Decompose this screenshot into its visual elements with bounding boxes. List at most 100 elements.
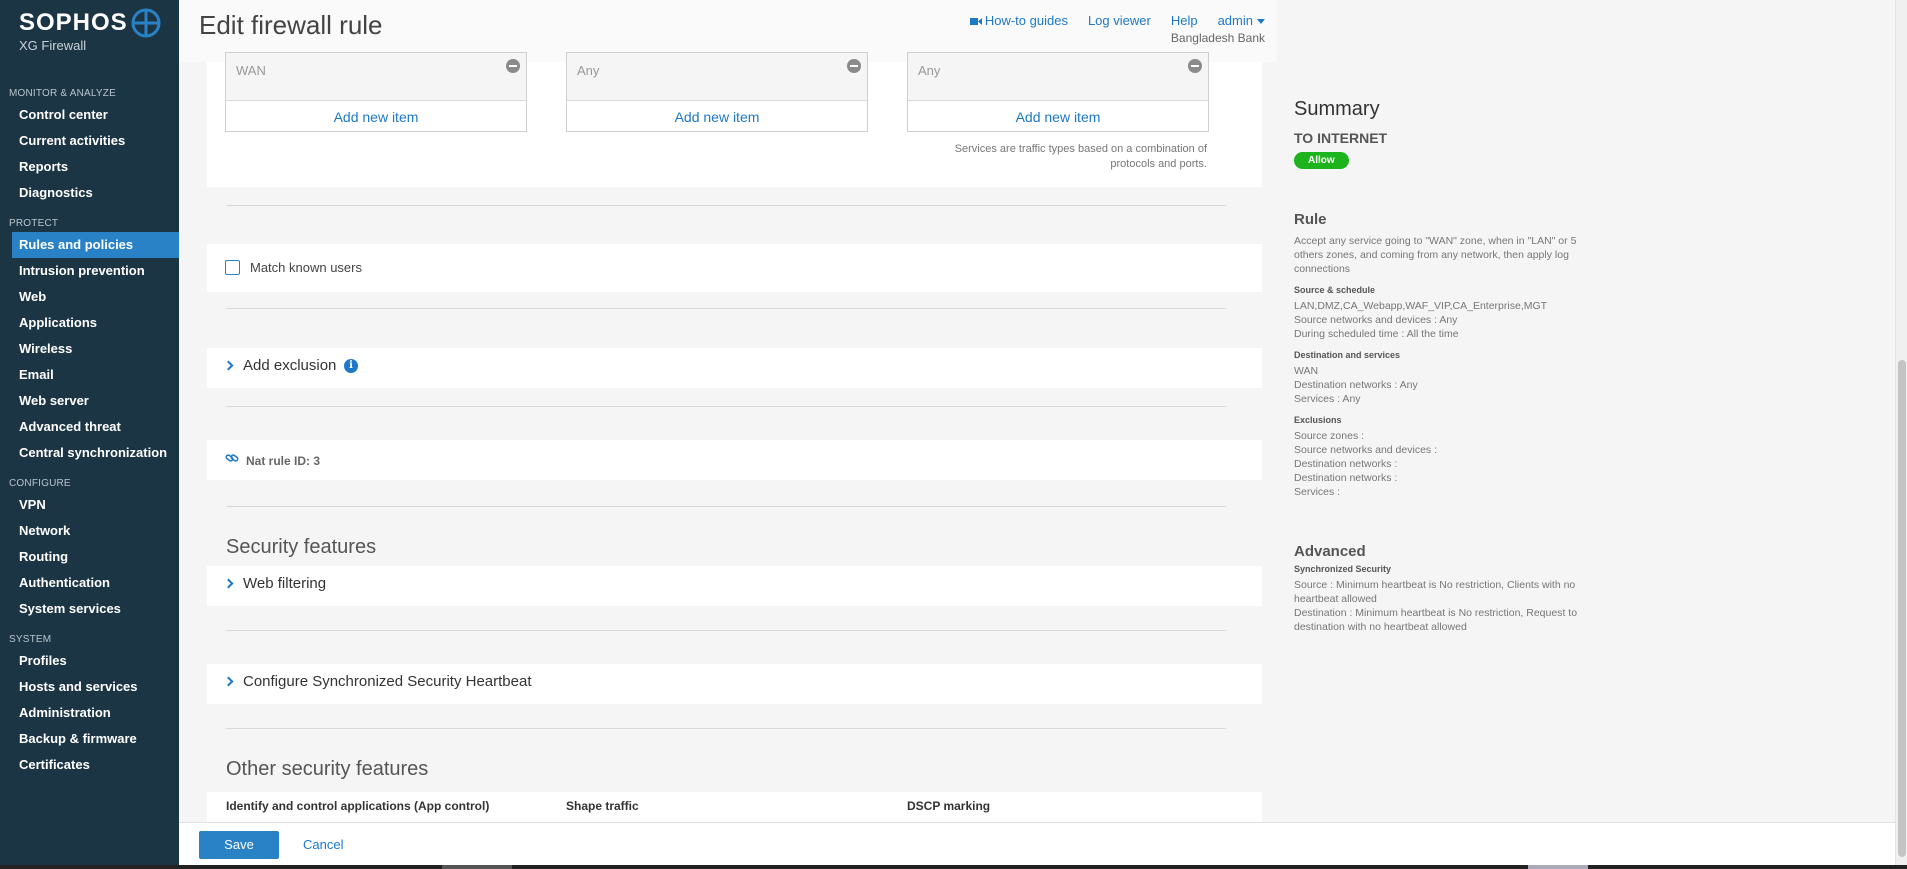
admin-label: admin — [1217, 13, 1253, 28]
destination-zones-box: WAN Add new item — [225, 52, 527, 132]
add-exclusion-toggle[interactable]: Add exclusion — [243, 357, 336, 374]
vertical-scrollbar[interactable] — [1895, 0, 1907, 865]
exclusions-heading: Exclusions — [1294, 415, 1342, 425]
organization-name: Bangladesh Bank — [1170, 31, 1265, 45]
sidebar-item-vpn[interactable]: VPN — [0, 492, 179, 518]
destination-zone-value: WAN — [236, 63, 266, 78]
section-divider — [226, 308, 1226, 309]
sidebar-item-wireless[interactable]: Wireless — [0, 336, 179, 362]
sidebar-item-administration[interactable]: Administration — [0, 700, 179, 726]
caret-down-icon — [1257, 19, 1265, 25]
brand-name: SOPHOS — [19, 9, 128, 36]
summary-panel: Summary TO INTERNET Allow Rule Accept an… — [1294, 98, 1584, 634]
remove-icon[interactable] — [506, 59, 520, 73]
heartbeat-card: Configure Synchronized Security Heartbea… — [207, 664, 1262, 704]
sophos-logo[interactable]: SOPHOS XG Firewall — [19, 9, 128, 53]
source-schedule: During scheduled time : All the time — [1294, 328, 1459, 340]
chevron-right-icon[interactable] — [223, 676, 234, 687]
shape-traffic-label: Shape traffic — [566, 799, 639, 813]
sidebar-item-control-center[interactable]: Control center — [0, 102, 179, 128]
howto-guides-label: How-to guides — [984, 13, 1068, 28]
rule-description: connections — [1294, 263, 1351, 275]
help-link[interactable]: Help — [1171, 13, 1198, 28]
sidebar-item-email[interactable]: Email — [0, 362, 179, 388]
exclusion-line: Source networks and devices : — [1294, 444, 1437, 456]
sidebar-section-title: CONFIGURE — [9, 478, 71, 489]
sidebar-item-web-server[interactable]: Web server — [0, 388, 179, 414]
match-known-users-label: Match known users — [250, 260, 362, 275]
action-badge: Allow — [1294, 152, 1349, 169]
taskbar-strip — [0, 865, 1907, 869]
howto-guides-link[interactable]: How-to guides — [969, 13, 1068, 28]
nat-rule-id[interactable]: Nat rule ID: 3 — [246, 454, 320, 468]
app-control-label: Identify and control applications (App c… — [226, 799, 490, 813]
add-new-item-link[interactable]: Add new item — [226, 109, 526, 125]
section-divider — [226, 506, 1226, 507]
destination-zone: WAN — [1294, 365, 1319, 377]
services-note: Services are traffic types based on a co… — [955, 142, 1207, 172]
add-new-item-link[interactable]: Add new item — [567, 109, 867, 125]
add-new-item-link[interactable]: Add new item — [908, 109, 1208, 125]
admin-menu[interactable]: admin — [1218, 13, 1265, 28]
source-networks: Source networks and devices : Any — [1294, 314, 1458, 326]
scrollbar-thumb[interactable] — [1898, 360, 1906, 857]
sophos-shield-icon — [131, 8, 161, 38]
remove-icon[interactable] — [1188, 59, 1202, 73]
destination-networks-box: Any Add new item — [566, 52, 868, 132]
exclusion-line: Destination networks : — [1294, 458, 1398, 470]
sidebar-section-title: MONITOR & ANALYZE — [9, 88, 116, 99]
sidebar-item-rules-and-policies[interactable]: Rules and policies — [12, 232, 179, 258]
main-content: WAN Add new item Any Add new item Any Ad… — [179, 52, 1277, 822]
sidebar-item-diagnostics[interactable]: Diagnostics — [0, 180, 179, 206]
advanced-heading: Advanced — [1294, 543, 1366, 560]
sidebar-item-hosts-and-services[interactable]: Hosts and services — [0, 674, 179, 700]
section-divider — [226, 728, 1226, 729]
sidebar-item-routing[interactable]: Routing — [0, 544, 179, 570]
heartbeat-toggle[interactable]: Configure Synchronized Security Heartbea… — [243, 673, 532, 690]
destination-zone-item: WAN — [226, 53, 526, 101]
sync-line: destination with no heartbeat allowed — [1294, 621, 1467, 633]
web-filtering-toggle[interactable]: Web filtering — [243, 575, 326, 592]
save-button[interactable]: Save — [199, 831, 279, 859]
cancel-link[interactable]: Cancel — [303, 837, 343, 852]
web-filtering-card: Web filtering — [207, 566, 1262, 606]
sync-line: Source : Minimum heartbeat is No restric… — [1294, 579, 1576, 591]
sidebar-item-certificates[interactable]: Certificates — [0, 752, 179, 778]
rule-heading: Rule — [1294, 211, 1327, 228]
match-known-users-checkbox[interactable] — [225, 260, 240, 275]
sidebar-item-network[interactable]: Network — [0, 518, 179, 544]
form-footer: Save Cancel — [179, 822, 1895, 865]
summary-title: Summary — [1294, 98, 1380, 120]
sidebar-item-central-synchronization[interactable]: Central synchronization — [0, 440, 179, 466]
log-viewer-link[interactable]: Log viewer — [1088, 13, 1151, 28]
sidebar-item-authentication[interactable]: Authentication — [0, 570, 179, 596]
rule-description: Accept any service going to "WAN" zone, … — [1294, 235, 1577, 247]
destination-services-heading: Destination and services — [1294, 350, 1401, 360]
sidebar-section-title: PROTECT — [9, 218, 59, 229]
rule-name: TO INTERNET — [1294, 130, 1388, 146]
other-security-title: Other security features — [226, 758, 429, 780]
other-security-card: Identify and control applications (App c… — [207, 792, 1262, 822]
sidebar-item-system-services[interactable]: System services — [0, 596, 179, 622]
info-icon[interactable]: i — [344, 359, 358, 373]
sidebar-item-current-activities[interactable]: Current activities — [0, 128, 179, 154]
sidebar-item-profiles[interactable]: Profiles — [0, 648, 179, 674]
rule-description: others zones, and coming from any networ… — [1294, 249, 1569, 261]
chevron-right-icon[interactable] — [223, 578, 234, 589]
sidebar-item-backup-firmware[interactable]: Backup & firmware — [0, 726, 179, 752]
sync-line: heartbeat allowed — [1294, 593, 1377, 605]
sync-line: Destination : Minimum heartbeat is No re… — [1294, 607, 1578, 619]
link-icon — [225, 454, 239, 462]
source-zones: LAN,DMZ,CA_Webapp,WAF_VIP,CA_Enterprise,… — [1294, 300, 1548, 312]
page-title: Edit firewall rule — [199, 10, 383, 40]
sidebar-item-reports[interactable]: Reports — [0, 154, 179, 180]
sidebar-item-intrusion-prevention[interactable]: Intrusion prevention — [0, 258, 179, 284]
sidebar-item-applications[interactable]: Applications — [0, 310, 179, 336]
nat-rule-card: Nat rule ID: 3 — [207, 440, 1262, 480]
remove-icon[interactable] — [847, 59, 861, 73]
sync-security-heading: Synchronized Security — [1294, 564, 1392, 574]
sidebar-item-advanced-threat[interactable]: Advanced threat — [0, 414, 179, 440]
services-box: Any Add new item — [907, 52, 1209, 132]
sidebar-item-web[interactable]: Web — [0, 284, 179, 310]
chevron-right-icon[interactable] — [223, 360, 234, 371]
